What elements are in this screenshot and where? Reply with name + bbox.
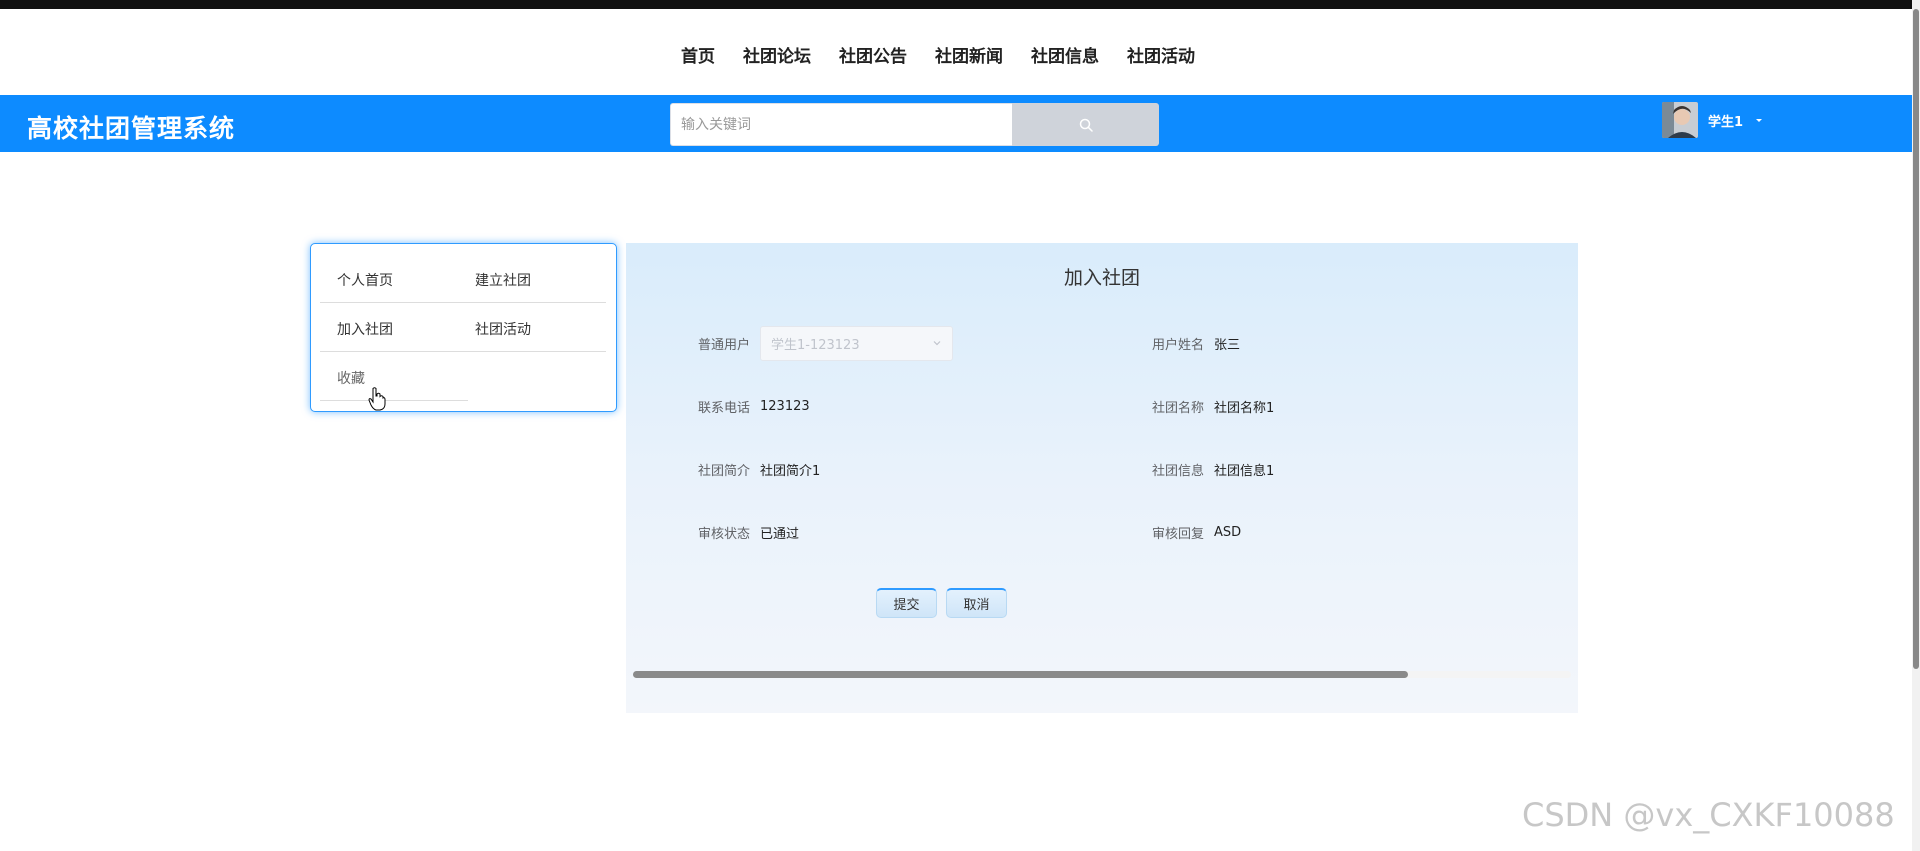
avatar[interactable] bbox=[1662, 102, 1698, 138]
reply-value: ASD bbox=[1214, 524, 1242, 540]
nav-club-info[interactable]: 社团信息 bbox=[1031, 42, 1099, 67]
club-name-label: 社团名称 bbox=[1152, 400, 1205, 416]
search-button[interactable] bbox=[1012, 103, 1159, 146]
sidebar-item-home[interactable]: 个人首页 bbox=[337, 270, 393, 290]
chevron-down-icon[interactable] bbox=[1755, 116, 1763, 124]
club-name-field: 社团名称 社团名称1 bbox=[1152, 389, 1274, 423]
user-name-label: 用户姓名 bbox=[1152, 337, 1205, 353]
sidebar-divider bbox=[320, 400, 468, 401]
page-title: 加入社团 bbox=[1063, 267, 1140, 289]
phone-label: 联系电话 bbox=[698, 400, 751, 416]
sidebar-menu: 个人首页 建立社团 加入社团 社团活动 收藏 bbox=[310, 243, 617, 412]
watermark: CSDN @vx_CXKF10088 bbox=[1522, 796, 1895, 834]
reply-field: 审核回复 ASD bbox=[1152, 515, 1241, 549]
sidebar-item-club-activity[interactable]: 社团活动 bbox=[475, 319, 531, 339]
user-name-field: 用户姓名 张三 bbox=[1152, 326, 1240, 360]
nav-home[interactable]: 首页 bbox=[681, 42, 715, 67]
nav-club-activity[interactable]: 社团活动 bbox=[1127, 42, 1195, 67]
club-info-value: 社团信息1 bbox=[1214, 463, 1275, 479]
club-info-label: 社团信息 bbox=[1152, 463, 1205, 479]
club-intro-field: 社团简介 社团简介1 bbox=[698, 452, 820, 486]
avatar-image bbox=[1662, 102, 1698, 138]
user-select-label: 普通用户 bbox=[698, 337, 751, 353]
horizontal-scrollbar[interactable] bbox=[633, 671, 1571, 678]
top-black-bar bbox=[0, 0, 1920, 9]
search-icon bbox=[1079, 118, 1093, 132]
top-nav: 首页 社团论坛 社团公告 社团新闻 社团信息 社团活动 bbox=[0, 42, 1898, 67]
search-input[interactable] bbox=[670, 103, 1012, 146]
join-club-panel: 加入社团 普通用户 学生1-123123 用户姓名 张三 联系电话 123123… bbox=[626, 243, 1578, 713]
sidebar-item-favorites[interactable]: 收藏 bbox=[337, 368, 365, 388]
submit-button[interactable]: 提交 bbox=[876, 588, 937, 618]
nav-forum[interactable]: 社团论坛 bbox=[743, 42, 811, 67]
status-value: 已通过 bbox=[760, 526, 800, 542]
sidebar-item-join-club[interactable]: 加入社团 bbox=[337, 319, 393, 339]
user-select-value: 学生1-123123 bbox=[771, 337, 860, 353]
club-name-value: 社团名称1 bbox=[1214, 400, 1275, 416]
user-menu[interactable]: 学生1 bbox=[1662, 101, 1763, 139]
page-scrollbar[interactable] bbox=[1912, 0, 1920, 851]
horizontal-scrollbar-thumb[interactable] bbox=[633, 671, 1408, 678]
phone-field: 联系电话 123123 bbox=[698, 389, 810, 423]
club-intro-label: 社团简介 bbox=[698, 463, 751, 479]
status-label: 审核状态 bbox=[698, 526, 751, 542]
nav-notice[interactable]: 社团公告 bbox=[839, 42, 907, 67]
user-select[interactable]: 学生1-123123 bbox=[760, 325, 953, 361]
search-box bbox=[670, 103, 1159, 146]
header-bar: 高校社团管理系统 学生1 bbox=[0, 95, 1912, 152]
status-field: 审核状态 已通过 bbox=[698, 515, 799, 549]
club-intro-value: 社团简介1 bbox=[760, 463, 821, 479]
reply-label: 审核回复 bbox=[1152, 526, 1205, 542]
hand-cursor-icon bbox=[368, 387, 386, 411]
user-name[interactable]: 学生1 bbox=[1708, 111, 1743, 130]
sidebar-divider bbox=[320, 302, 606, 303]
chevron-down-icon bbox=[933, 341, 941, 346]
cancel-button[interactable]: 取消 bbox=[946, 588, 1007, 618]
club-info-field: 社团信息 社团信息1 bbox=[1152, 452, 1274, 486]
page-scrollbar-thumb[interactable] bbox=[1913, 9, 1919, 669]
sidebar-item-create-club[interactable]: 建立社团 bbox=[475, 270, 531, 290]
nav-news[interactable]: 社团新闻 bbox=[935, 42, 1003, 67]
user-select-field: 普通用户 学生1-123123 bbox=[698, 325, 953, 361]
phone-value: 123123 bbox=[760, 398, 810, 414]
brand-title: 高校社团管理系统 bbox=[27, 114, 236, 143]
sidebar-divider bbox=[320, 351, 606, 352]
user-name-value: 张三 bbox=[1214, 337, 1241, 353]
